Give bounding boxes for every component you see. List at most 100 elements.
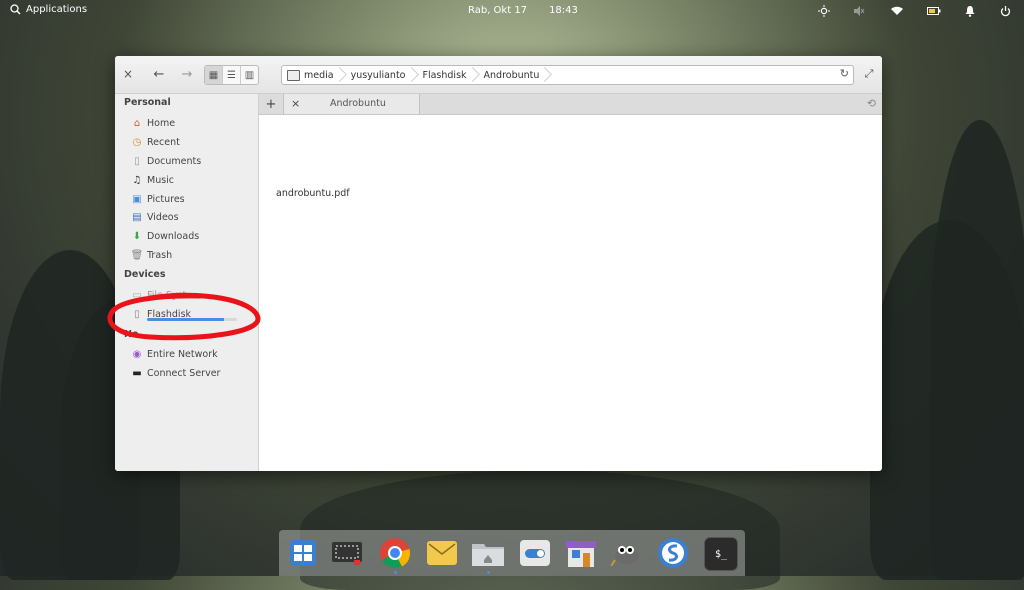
window-header: × ← → ▦ ☰ ▥ media yusyulianto Flashdisk … bbox=[115, 56, 882, 94]
sidebar-item-documents[interactable]: ▯ Documents bbox=[131, 154, 201, 168]
documents-icon: ▯ bbox=[134, 155, 140, 167]
system-settings-icon[interactable] bbox=[519, 537, 551, 569]
sidebar-item-label: Connect Server bbox=[147, 367, 221, 379]
grid-view-icon[interactable]: ▦ bbox=[205, 66, 223, 84]
trash-icon: 🗑︎ bbox=[130, 249, 144, 261]
tab-androbuntu[interactable]: × Androbuntu bbox=[284, 94, 420, 114]
wifi-icon[interactable] bbox=[890, 4, 904, 18]
mail-icon[interactable] bbox=[426, 537, 458, 569]
sidebar-item-music[interactable]: ♫ Music bbox=[131, 173, 175, 187]
back-arrow-icon: ← bbox=[153, 66, 165, 82]
server-icon: ▬ bbox=[132, 367, 142, 379]
list-view-icon[interactable]: ☰ bbox=[223, 66, 241, 84]
sidebar-item-label: Downloads bbox=[147, 230, 200, 242]
multitasking-view-icon[interactable] bbox=[287, 537, 319, 569]
dock: $_ bbox=[279, 530, 745, 576]
tab-bar: + × Androbuntu ⟲ bbox=[259, 94, 882, 115]
sidebar-item-connect-server[interactable]: ▬ Connect Server bbox=[131, 366, 220, 380]
file-item[interactable]: androbuntu.pdf bbox=[276, 188, 350, 199]
screenshot-icon[interactable] bbox=[331, 537, 363, 569]
sidebar-item-file-system[interactable]: ▭ File Syst bbox=[131, 288, 186, 302]
downloads-icon: ⬇ bbox=[132, 230, 142, 242]
breadcrumb-media[interactable]: media bbox=[282, 66, 346, 84]
usage-fill bbox=[147, 318, 224, 321]
drive-icon: ▭ bbox=[132, 289, 142, 301]
plus-icon: + bbox=[265, 96, 277, 112]
volume-muted-icon[interactable] bbox=[852, 4, 866, 18]
view-mode-switcher: ▦ ☰ ▥ bbox=[204, 65, 259, 85]
sidebar-item-pictures[interactable]: ▣ Pictures bbox=[131, 192, 185, 206]
sidebar-section-personal: Personal bbox=[124, 97, 171, 108]
sidebar-section-devices: Devices bbox=[124, 269, 166, 280]
sidebar: Personal ⌂ Home ◷ Recent ▯ Documents ♫ Music… bbox=[115, 94, 259, 471]
datetime-indicator[interactable]: Rab, Okt 17 18:43 bbox=[468, 5, 578, 16]
drive-icon bbox=[287, 69, 300, 81]
chrome-icon[interactable] bbox=[379, 537, 411, 569]
simplenote-icon[interactable] bbox=[657, 537, 689, 569]
pictures-icon: ▣ bbox=[132, 193, 142, 205]
close-tab-icon[interactable]: × bbox=[291, 97, 300, 110]
usb-drive-icon: ▯ bbox=[134, 308, 140, 320]
applications-label: Applications bbox=[26, 4, 88, 15]
files-window: × ← → ▦ ☰ ▥ media yusyulianto Flashdisk … bbox=[115, 56, 882, 471]
sidebar-item-label: Music bbox=[147, 174, 175, 186]
location-bar[interactable]: media yusyulianto Flashdisk Androbuntu ↻ bbox=[281, 65, 854, 85]
sidebar-item-home[interactable]: ⌂ Home bbox=[131, 116, 175, 130]
sidebar-item-label: Home bbox=[147, 117, 176, 129]
forward-arrow-icon: → bbox=[181, 66, 193, 82]
sidebar-item-label: Recent bbox=[147, 136, 180, 148]
videos-icon: ▤ bbox=[132, 211, 142, 223]
tab-label: Androbuntu bbox=[330, 98, 386, 109]
breadcrumb-androbuntu[interactable]: Androbuntu bbox=[479, 66, 552, 84]
back-button[interactable]: ← bbox=[150, 65, 168, 83]
running-indicator bbox=[487, 571, 490, 574]
sidebar-item-label: Videos bbox=[147, 211, 179, 223]
sidebar-section-network: Ne bbox=[124, 329, 139, 340]
closed-tabs-history-icon[interactable]: ⟲ bbox=[867, 97, 876, 110]
brightness-icon[interactable] bbox=[817, 4, 831, 18]
forward-button[interactable]: → bbox=[178, 65, 196, 83]
battery-icon[interactable] bbox=[927, 4, 941, 18]
flashdisk-usage-bar bbox=[147, 318, 237, 321]
sidebar-item-trash[interactable]: 🗑︎ Trash bbox=[131, 248, 172, 262]
date-label: Rab, Okt 17 bbox=[468, 5, 528, 16]
breadcrumb-label: yusyulianto bbox=[350, 69, 406, 81]
sidebar-item-downloads[interactable]: ⬇ Downloads bbox=[131, 229, 199, 243]
breadcrumb-yusyulianto[interactable]: yusyulianto bbox=[346, 66, 418, 84]
gimp-icon[interactable] bbox=[611, 537, 643, 569]
sidebar-item-label: Entire Network bbox=[147, 348, 218, 360]
network-icon: ◉ bbox=[132, 348, 142, 360]
search-icon bbox=[10, 4, 21, 15]
close-icon: × bbox=[122, 67, 134, 81]
power-icon[interactable] bbox=[998, 4, 1012, 18]
close-window-button[interactable]: × bbox=[119, 65, 137, 83]
recent-icon: ◷ bbox=[132, 136, 142, 148]
terminal-icon[interactable]: $_ bbox=[704, 537, 738, 571]
breadcrumb-label: Flashdisk bbox=[422, 69, 467, 81]
top-panel: Applications Rab, Okt 17 18:43 bbox=[0, 0, 1024, 22]
sidebar-item-videos[interactable]: ▤ Videos bbox=[131, 210, 179, 224]
maximize-button[interactable]: ⤢ bbox=[860, 65, 878, 83]
sidebar-item-recent[interactable]: ◷ Recent bbox=[131, 135, 180, 149]
sidebar-item-label: Pictures bbox=[147, 193, 185, 205]
maximize-icon: ⤢ bbox=[864, 67, 874, 80]
breadcrumb-flashdisk[interactable]: Flashdisk bbox=[418, 66, 479, 84]
time-label: 18:43 bbox=[549, 5, 578, 16]
sidebar-item-label: Trash bbox=[147, 249, 173, 261]
sidebar-item-label: Documents bbox=[147, 155, 202, 167]
appcenter-icon[interactable] bbox=[565, 537, 597, 569]
sidebar-item-entire-network[interactable]: ◉ Entire Network bbox=[131, 347, 218, 361]
breadcrumb-label: media bbox=[304, 69, 334, 81]
breadcrumb-label: Androbuntu bbox=[483, 69, 540, 81]
sidebar-item-label: File Syst bbox=[147, 289, 187, 301]
files-icon[interactable] bbox=[472, 537, 504, 569]
reload-icon[interactable]: ↻ bbox=[840, 67, 849, 80]
running-indicator bbox=[394, 571, 397, 574]
terminal-prompt: $_ bbox=[714, 548, 728, 560]
column-view-icon[interactable]: ▥ bbox=[241, 66, 258, 84]
applications-menu[interactable]: Applications bbox=[10, 4, 87, 15]
new-tab-button[interactable]: + bbox=[259, 94, 284, 114]
music-icon: ♫ bbox=[132, 174, 142, 186]
home-icon: ⌂ bbox=[133, 117, 141, 129]
notification-bell-icon[interactable] bbox=[963, 4, 977, 18]
